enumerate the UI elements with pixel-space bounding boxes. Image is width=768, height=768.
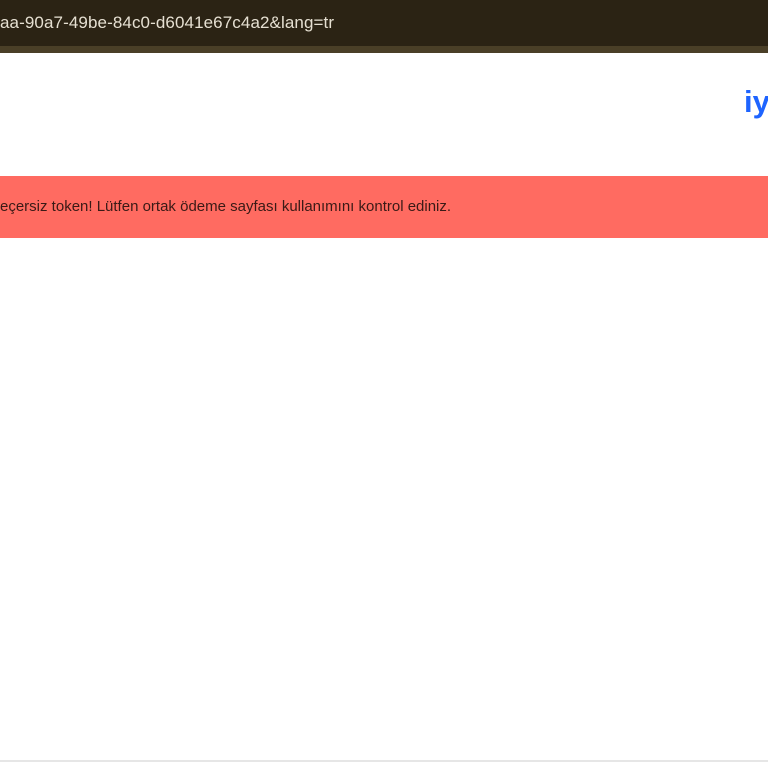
url-text[interactable]: aa-90a7-49be-84c0-d6041e67c4a2&lang=tr xyxy=(0,13,334,33)
error-message: eçersiz token! Lütfen ortak ödeme sayfas… xyxy=(0,198,452,215)
address-bar-border xyxy=(0,46,768,53)
browser-window: aa-90a7-49be-84c0-d6041e67c4a2&lang=tr i… xyxy=(0,0,768,768)
bottom-divider xyxy=(0,760,768,762)
page-content xyxy=(0,53,768,768)
brand-logo: iy xyxy=(744,84,768,119)
address-bar[interactable]: aa-90a7-49be-84c0-d6041e67c4a2&lang=tr xyxy=(0,0,768,46)
